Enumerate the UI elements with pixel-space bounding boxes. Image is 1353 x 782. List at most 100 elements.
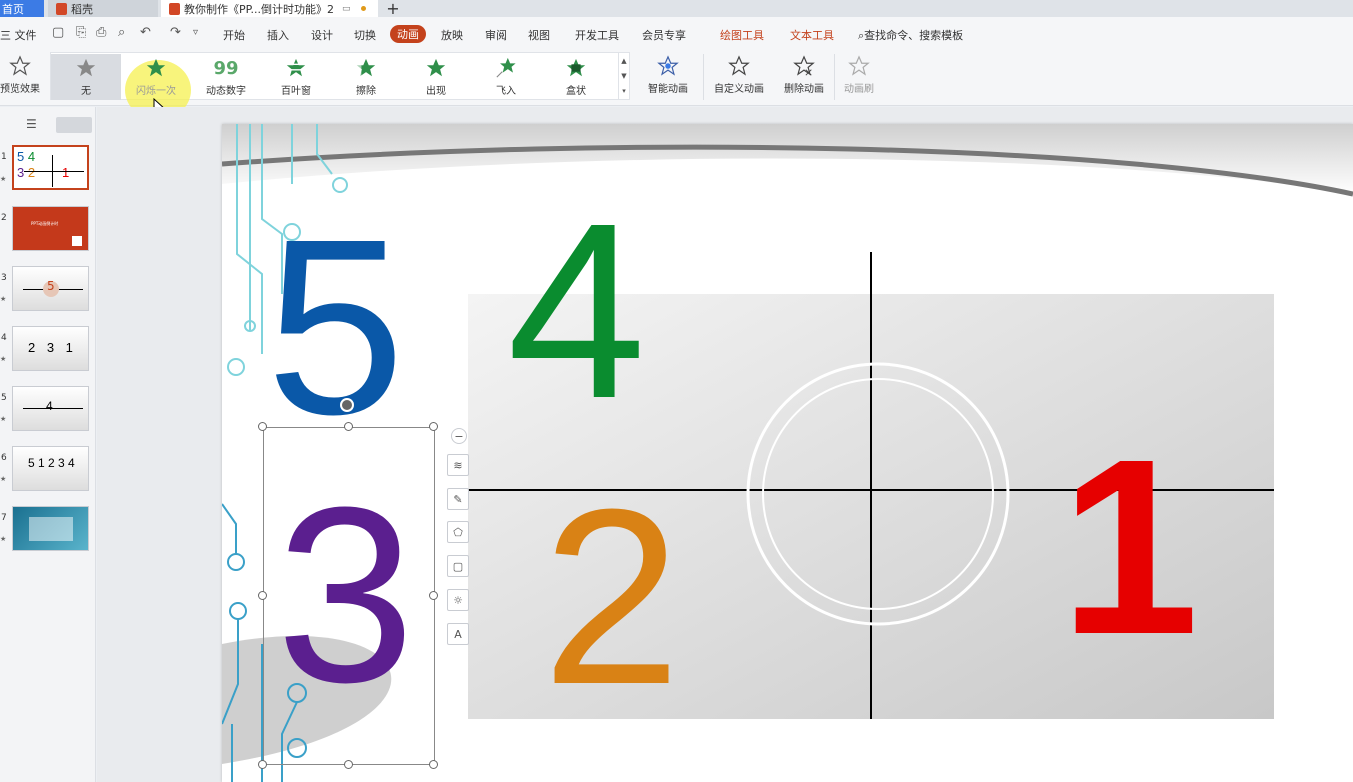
preview-effect-button[interactable]: 预览效果 (0, 52, 40, 102)
menu-slideshow[interactable]: 放映 (441, 27, 463, 43)
new-tab-button[interactable]: + (384, 0, 402, 18)
menu-design[interactable]: 设计 (311, 27, 333, 43)
undo-icon[interactable]: ↶ (140, 25, 151, 40)
customize-icon[interactable]: ▿ (193, 27, 198, 38)
ppt-icon (169, 2, 180, 15)
pen-icon[interactable]: ✎ (447, 488, 469, 510)
outline-view-icon[interactable]: ☰ (26, 117, 37, 131)
tab-home-label: 首页 (2, 2, 24, 16)
animation-star-icon: ★ (0, 415, 7, 423)
menu-review[interactable]: 审阅 (485, 27, 507, 43)
animation-gallery: 无 闪烁一次 99 动态数字 百叶窗 擦除 出现 飞入 盒状 ▲ ▼ ▾ (50, 52, 630, 120)
outline-icon[interactable]: ▢ (447, 555, 469, 577)
menu-view[interactable]: 视图 (528, 27, 550, 43)
menu-member[interactable]: 会员专享 (642, 27, 686, 43)
slide-thumbnail-panel: ☰ 1 ★ 5 4 3 2 1 2 PPT动画倒计时 3 ★ 5 4 ★ 2 3… (0, 107, 96, 782)
selection-box[interactable] (263, 427, 435, 765)
slide-thumbnail-6[interactable]: 5 1 2 3 4 (12, 446, 89, 491)
search-command[interactable]: ⌕查找命令、搜索模板 (858, 27, 963, 43)
slide-number: 7 (1, 513, 7, 523)
animation-fly-in[interactable]: 飞入 (471, 54, 541, 100)
star-fly-in-icon (495, 54, 517, 82)
custom-animation-button[interactable]: 自定义动画 (708, 52, 770, 102)
animation-wipe[interactable]: 擦除 (331, 54, 401, 100)
resize-handle[interactable] (258, 760, 267, 769)
tab-document[interactable]: 教你制作《PP...倒计时功能》2 ▭ (161, 0, 378, 17)
resize-handle[interactable] (344, 760, 353, 769)
menu-insert[interactable]: 插入 (267, 27, 289, 43)
animation-blinds[interactable]: 百叶窗 (261, 54, 331, 100)
print-icon[interactable]: ⎙ (96, 25, 106, 40)
ribbon-separator (834, 54, 835, 100)
thumb-7-box (29, 517, 73, 541)
animation-wipe-label: 擦除 (356, 86, 376, 97)
delete-animation-button[interactable]: 删除动画 (778, 52, 830, 102)
delete-star-icon (793, 52, 815, 80)
animation-brush-button[interactable]: 动画刷 (838, 52, 880, 102)
animation-appear[interactable]: 出现 (401, 54, 471, 100)
collapse-toolbar-icon[interactable]: − (451, 428, 467, 444)
effect-bulb-icon[interactable]: ☼ (447, 589, 469, 611)
tab-daoke[interactable]: 稻壳 (48, 0, 158, 17)
resize-handle[interactable] (258, 422, 267, 431)
menu-developer[interactable]: 开发工具 (575, 27, 619, 43)
animation-flash-once[interactable]: 闪烁一次 (121, 54, 191, 120)
text-style-icon[interactable]: A (447, 623, 469, 645)
thumbnail-view-icon[interactable] (56, 117, 92, 133)
export-icon[interactable]: ⎘ (76, 25, 86, 40)
star-gray-icon (75, 54, 97, 82)
menu-drawing-tools[interactable]: 绘图工具 (720, 27, 764, 43)
slide-number: 1 (1, 152, 7, 162)
animation-appear-label: 出现 (426, 86, 446, 97)
number-one[interactable]: 1 (1060, 422, 1199, 672)
resize-handle[interactable] (429, 422, 438, 431)
animation-none[interactable]: 无 (51, 54, 121, 100)
star-outline-icon (9, 52, 31, 80)
smart-animation-button[interactable]: 智能动画 (640, 52, 696, 102)
slide-number: 4 (1, 333, 7, 343)
scroll-down-icon[interactable]: ▼ (621, 72, 626, 80)
slide-number: 2 (1, 213, 7, 223)
menu-transition[interactable]: 切换 (354, 27, 376, 43)
thumb-1-numbers-row2: 3 2 (17, 165, 36, 180)
slide-thumbnail-2[interactable]: PPT动画倒计时 (12, 206, 89, 251)
tab-home[interactable]: 首页 (0, 0, 44, 17)
thumb-5-number: 4 (46, 399, 53, 413)
resize-handle[interactable] (429, 591, 438, 600)
slide-thumbnail-3[interactable]: 5 (12, 266, 89, 311)
scroll-up-icon[interactable]: ▲ (621, 57, 626, 65)
animation-box[interactable]: 盒状 (541, 54, 611, 100)
file-menu[interactable]: 三 文件 (0, 27, 37, 43)
layers-icon[interactable]: ≋ (447, 454, 469, 476)
redo-icon[interactable]: ↷ (170, 25, 181, 40)
save-icon[interactable]: ▢ (52, 25, 64, 40)
resize-handle[interactable] (344, 422, 353, 431)
search-label: 查找命令、搜索模板 (864, 29, 964, 42)
thumb-hline (24, 171, 84, 172)
number-five[interactable]: 5 (266, 202, 405, 452)
number-four[interactable]: 4 (507, 186, 646, 436)
resize-handle[interactable] (429, 760, 438, 769)
dynamic-number-icon: 99 (213, 57, 239, 79)
print-preview-icon[interactable]: ⌕ (118, 25, 125, 40)
slide-thumbnail-4[interactable]: 2 3 1 (12, 326, 89, 371)
resize-handle[interactable] (258, 591, 267, 600)
delete-animation-label: 删除动画 (784, 84, 824, 95)
slide-thumbnail-5[interactable]: 4 (12, 386, 89, 431)
menu-text-tools[interactable]: 文本工具 (790, 27, 834, 43)
number-two[interactable]: 2 (542, 472, 681, 722)
menu-start[interactable]: 开始 (223, 27, 245, 43)
animation-dynamic-number[interactable]: 99 动态数字 (191, 54, 261, 100)
menu-animation[interactable]: 动画 (390, 25, 426, 43)
slide-thumbnail-1[interactable]: 5 4 3 2 1 (12, 145, 89, 190)
slide-canvas[interactable]: 5 4 3 2 1 (222, 124, 1353, 782)
thumb-1-one: 1 (62, 165, 70, 180)
rotate-handle-icon[interactable] (340, 398, 354, 412)
fill-icon[interactable]: ⬠ (447, 521, 469, 543)
gallery-scroll[interactable]: ▲ ▼ ▾ (618, 53, 629, 99)
slide-thumbnail-7[interactable] (12, 506, 89, 551)
expand-icon[interactable]: ▾ (622, 87, 626, 95)
custom-animation-label: 自定义动画 (714, 84, 764, 95)
slide-number: 3 (1, 273, 7, 283)
smart-animation-label: 智能动画 (648, 84, 688, 95)
